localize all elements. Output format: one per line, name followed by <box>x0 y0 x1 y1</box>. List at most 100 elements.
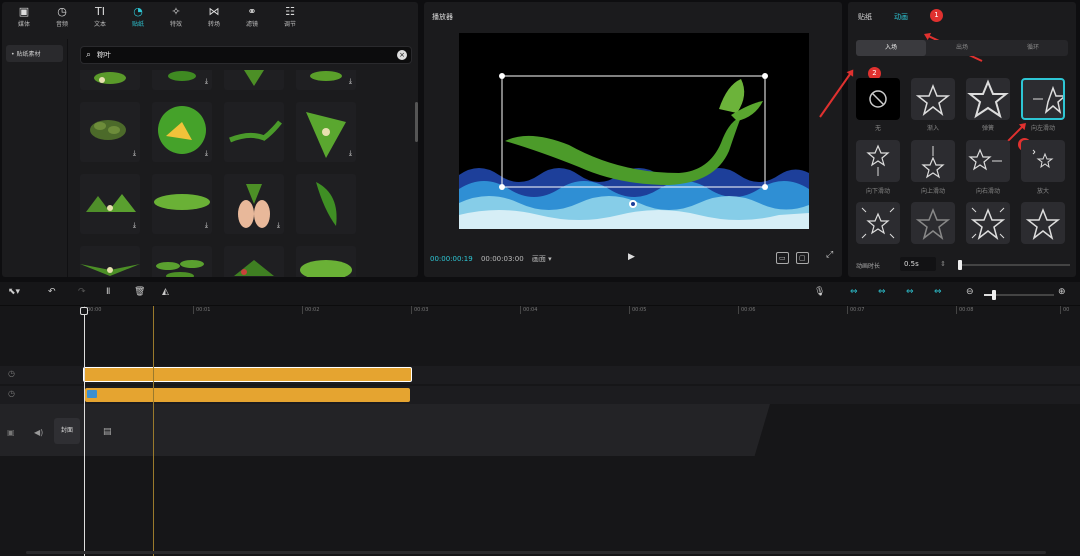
download-icon[interactable]: ⤓ <box>349 149 352 158</box>
sticker-tile[interactable]: ⤓ <box>152 174 212 234</box>
tab-sticker[interactable]: 贴纸 <box>858 12 872 22</box>
duration-input[interactable]: 0.5s ⇕ <box>900 257 946 271</box>
sticker-tile[interactable] <box>296 246 356 277</box>
tool-transition[interactable]: ⋈ 转场 <box>200 5 228 28</box>
timecode: 00:00:00:19 00:00:03:00 画面 ▾ <box>430 254 552 264</box>
link-main-track-icon[interactable]: ⇔ <box>850 287 858 297</box>
fullscreen-icon[interactable]: ⤢ <box>824 250 835 260</box>
mute-icon[interactable]: ◀) <box>34 428 43 437</box>
sticker-tile[interactable] <box>80 246 140 277</box>
microphone-icon[interactable]: 🎙 <box>814 287 825 297</box>
anim-option[interactable] <box>966 202 1010 244</box>
sticker-tile[interactable]: ⤓ <box>80 102 140 162</box>
anim-option[interactable] <box>856 202 900 244</box>
download-icon[interactable]: ⤓ <box>277 221 280 230</box>
tool-sticker[interactable]: ◔ 贴纸 <box>124 5 152 28</box>
original-size-icon[interactable]: ▢ <box>796 252 809 264</box>
leaf-sticker-image <box>244 70 264 86</box>
anim-option[interactable] <box>911 202 955 244</box>
anim-zoom-in[interactable] <box>1021 140 1065 182</box>
anim-slide-left[interactable] <box>1021 78 1068 120</box>
sticker-tile[interactable]: ⤓ <box>296 70 356 90</box>
search-input[interactable] <box>97 49 377 61</box>
sticker-clip-selected[interactable] <box>83 367 412 382</box>
library-scrollbar[interactable] <box>415 102 418 142</box>
time-ruler[interactable]: 00:00 00:01 00:02 00:03 00:04 00:05 00:0… <box>84 306 1080 320</box>
anim-slide-down[interactable] <box>856 140 900 182</box>
sticker-tile[interactable] <box>152 246 212 277</box>
slider-knob[interactable] <box>958 260 962 270</box>
download-icon[interactable]: ⤓ <box>133 149 136 158</box>
anim-label: 向上滑动 <box>920 188 945 195</box>
timeline-scrollbar[interactable] <box>26 551 1046 554</box>
hover-cursor-line <box>153 306 154 556</box>
transition-icon: ⋈ <box>208 5 220 18</box>
star-icon <box>915 83 951 116</box>
mirror-icon[interactable]: ◭ <box>162 287 169 297</box>
playhead[interactable] <box>84 308 85 556</box>
undo-icon[interactable]: ↶ <box>48 287 56 297</box>
tool-adjust[interactable]: ☷ 调节 <box>276 5 304 28</box>
anim-option[interactable] <box>1021 202 1065 244</box>
tool-audio[interactable]: ◷ 音频 <box>48 5 76 28</box>
ruler-tick: 00:05 <box>629 306 646 314</box>
subtab-out[interactable]: 出场 <box>927 40 997 56</box>
tool-text[interactable]: TI 文本 <box>86 5 114 28</box>
anim-slide-right[interactable] <box>966 140 1010 182</box>
subtab-loop[interactable]: 循环 <box>998 40 1068 56</box>
snap-icon[interactable]: ⇔ <box>878 287 886 297</box>
play-button[interactable]: ▶ <box>628 252 635 262</box>
search-icon: ⌕ <box>86 50 92 60</box>
sticker-tile[interactable] <box>296 174 356 234</box>
redo-icon[interactable]: ↷ <box>78 287 86 297</box>
download-icon[interactable]: ⤓ <box>349 77 352 86</box>
slide-down-star-icon <box>866 144 890 176</box>
ratio-dropdown[interactable]: 画面 ▾ <box>532 255 552 263</box>
download-icon[interactable]: ⤓ <box>205 149 208 158</box>
tool-filter[interactable]: ⚭ 滤镜 <box>238 5 266 28</box>
tab-animation[interactable]: 动画 <box>894 12 908 22</box>
sticker-tile[interactable]: ⤓ <box>80 174 140 234</box>
download-icon[interactable]: ⤓ <box>133 221 136 230</box>
sticker-tile[interactable] <box>224 102 284 162</box>
subtab-in[interactable]: 入场 <box>856 40 926 56</box>
zoom-slider[interactable] <box>984 290 1054 300</box>
anim-slide-up[interactable] <box>911 140 955 182</box>
sticker-tile[interactable]: ⤓ <box>296 102 356 162</box>
sticker-tile[interactable] <box>224 70 284 90</box>
preview-canvas[interactable] <box>459 33 809 229</box>
clear-search-icon[interactable]: × <box>397 50 407 60</box>
anim-fade-in[interactable] <box>911 78 955 120</box>
playhead-handle[interactable] <box>80 307 88 315</box>
tool-media[interactable]: ▣ 媒体 <box>10 5 38 28</box>
anim-spring[interactable] <box>966 78 1010 120</box>
zoom-knob[interactable] <box>992 290 996 300</box>
sticker-clip[interactable] <box>85 388 410 402</box>
select-tool-icon[interactable]: ⬉▾ <box>8 287 20 297</box>
category-sticker-material[interactable]: • 贴纸素材 <box>6 45 63 62</box>
preview-axis-icon[interactable]: ⇔ <box>934 287 942 297</box>
cover-button[interactable]: 封面 <box>54 418 80 444</box>
single-leaf-sticker-image <box>154 194 210 210</box>
timeline-panel: ⬉▾ ↶ ↷ Ⅱ 🗑 ◭ 🎙 ⇔ ⇔ ⇔ ⇔ ⊖ ⊕ 00:00 00:01 0… <box>0 282 1080 556</box>
sticker-tile[interactable] <box>224 246 284 277</box>
ruler-tick: 00:04 <box>520 306 537 314</box>
sticker-tile[interactable]: ⤓ <box>152 102 212 162</box>
download-icon[interactable]: ⤓ <box>205 221 208 230</box>
sticker-tile[interactable] <box>80 70 140 90</box>
anim-none[interactable] <box>856 78 900 120</box>
stepper-icon[interactable]: ⇕ <box>940 257 946 271</box>
main-track[interactable] <box>0 404 770 456</box>
zoom-in-icon[interactable]: ⊕ <box>1058 287 1066 297</box>
linkage-icon[interactable]: ⇔ <box>906 287 914 297</box>
delete-icon[interactable]: 🗑 <box>134 287 145 297</box>
adjust-icon: ☷ <box>285 5 295 18</box>
sticker-tile[interactable]: ⤓ <box>152 70 212 90</box>
duration-slider[interactable] <box>958 260 1070 270</box>
tool-effects[interactable]: ✧ 特效 <box>162 5 190 28</box>
zoom-out-icon[interactable]: ⊖ <box>966 287 974 297</box>
split-icon[interactable]: Ⅱ <box>106 287 110 297</box>
waveform-icon[interactable]: ▭ <box>776 252 789 264</box>
download-icon[interactable]: ⤓ <box>205 77 208 86</box>
sticker-tile[interactable]: ⤓ <box>224 174 284 234</box>
